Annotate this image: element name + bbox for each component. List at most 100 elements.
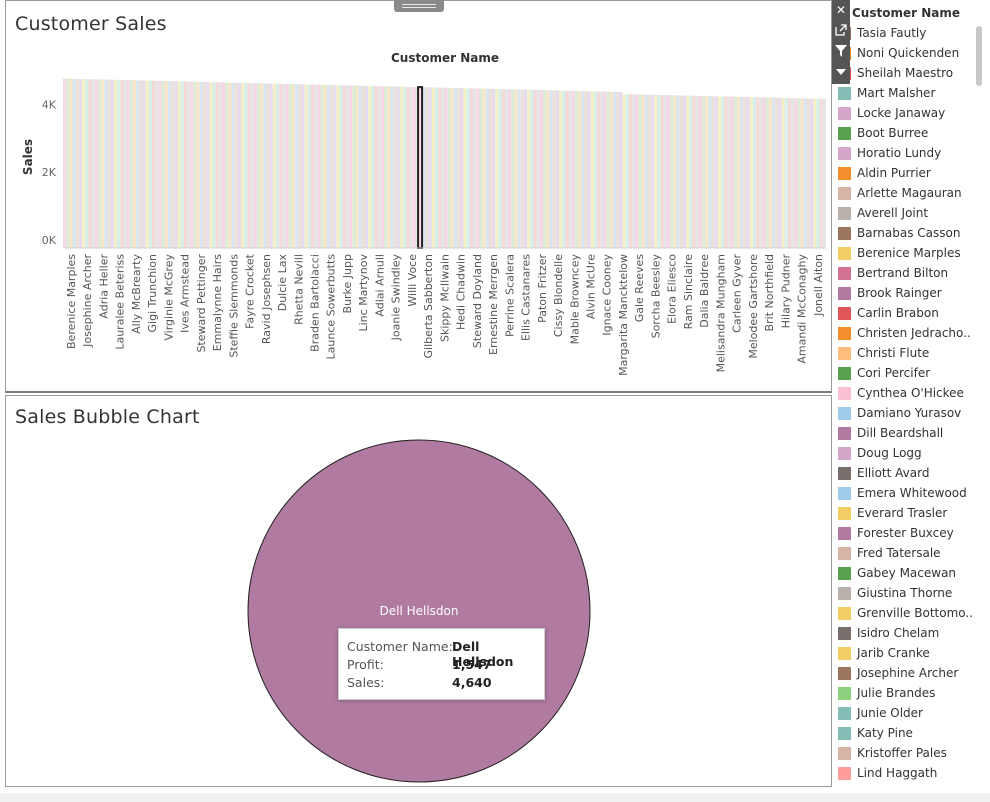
legend-item[interactable]: Horatio Lundy [837, 144, 972, 164]
legend-swatch [838, 127, 851, 140]
sales-bar [552, 90, 556, 248]
sales-bar [447, 87, 451, 248]
legend-item[interactable]: Damiano Yurasov [837, 404, 972, 424]
tooltip-label-profit: Profit: [347, 657, 384, 672]
legend-item[interactable]: Jarib Cranke [837, 644, 972, 664]
legend-item[interactable]: Lind Haggath [837, 764, 972, 784]
legend-item[interactable]: Aldin Purrier [837, 164, 972, 184]
legend-item[interactable]: Berenice Marples [837, 244, 972, 264]
sales-bar [365, 85, 369, 248]
sales-bar [549, 90, 553, 249]
legend-item[interactable]: Averell Joint [837, 204, 972, 224]
legend-item[interactable]: Bertrand Bilton [837, 264, 972, 284]
sales-bar [399, 86, 404, 248]
legend-item[interactable]: Katy Pine [837, 724, 972, 744]
sales-bar [619, 91, 623, 249]
legend-swatch [838, 187, 851, 200]
legend-item[interactable]: Cynthea O'Hickee [837, 384, 972, 404]
sales-bar [218, 82, 222, 248]
legend-item[interactable]: Sheilah Maestro [837, 64, 972, 84]
legend-item[interactable]: Grenville Bottomo.. [837, 604, 972, 624]
sales-bar [326, 84, 331, 248]
sales-bar [527, 89, 531, 248]
legend-item[interactable]: Boot Burree [837, 124, 972, 144]
legend-item[interactable]: Carlin Brabon [837, 304, 972, 324]
legend-item[interactable]: Doug Logg [837, 444, 972, 464]
sales-bar [196, 81, 200, 249]
pop-out-icon[interactable] [832, 20, 850, 40]
legend-label: Doug Logg [857, 446, 922, 460]
legend-item[interactable]: Christen Jedracho.. [837, 324, 972, 344]
legend-item[interactable]: Christi Flute [837, 344, 972, 364]
legend-item[interactable]: Brook Rainger [837, 284, 972, 304]
legend-item[interactable]: Emera Whitewood [837, 484, 972, 504]
sales-bar [161, 80, 165, 249]
close-icon[interactable]: ✕ [832, 0, 850, 20]
legend-label: Dill Beardshall [857, 426, 944, 440]
sales-bar [450, 87, 455, 249]
legend-label: Christen Jedracho.. [857, 326, 971, 340]
sales-bar [454, 87, 458, 248]
sales-bar [291, 84, 296, 248]
legend-item[interactable]: Julie Brandes [837, 684, 972, 704]
legend-item[interactable]: Kristoffer Pales [837, 744, 972, 764]
legend-item[interactable]: Junie Older [837, 704, 972, 724]
x-tick-label: Ally McBrearty [130, 254, 143, 334]
legend-item[interactable]: Tasia Fautly [837, 24, 972, 44]
legend-swatch [838, 327, 851, 340]
sales-bar [174, 81, 178, 249]
legend-item[interactable]: Josephine Archer [837, 664, 972, 684]
legend-item[interactable]: Elliott Avard [837, 464, 972, 484]
legend-swatch [838, 167, 851, 180]
x-tick-label: Brit Northfield [763, 254, 776, 331]
sales-bar [247, 83, 251, 248]
sales-bar [800, 98, 804, 248]
x-tick-label: Ignace Cooney [601, 254, 614, 336]
menu-dropdown-icon[interactable] [832, 62, 850, 82]
sales-bar [670, 95, 674, 249]
sales-bar [508, 89, 512, 248]
sales-bar [651, 94, 655, 248]
legend-item[interactable]: Locke Janaway [837, 104, 972, 124]
sales-bar [431, 87, 435, 248]
legend-item[interactable]: Dill Beardshall [837, 424, 972, 444]
sales-bar [234, 82, 238, 248]
filter-icon[interactable] [832, 41, 850, 61]
sales-bar [282, 83, 286, 248]
x-tick-label: Paton Fritzer [536, 254, 549, 323]
sales-bar [396, 86, 400, 248]
legend-item[interactable]: Arlette Magauran [837, 184, 972, 204]
sales-bar [320, 84, 324, 248]
legend-swatch [838, 567, 851, 580]
sales-bar [768, 97, 772, 248]
sales-bar [285, 83, 289, 248]
sales-bar [647, 94, 652, 249]
legend-item[interactable]: Cori Percifer [837, 364, 972, 384]
legend-item[interactable]: Mart Malsher [837, 84, 972, 104]
legend-item[interactable]: Isidro Chelam [837, 624, 972, 644]
x-tick-label: Lauralee Beteriss [114, 254, 127, 350]
legend-swatch [838, 427, 851, 440]
x-tick-label: Joanie Swindley [390, 254, 403, 342]
legend-item[interactable]: Giustina Thorne [837, 584, 972, 604]
sales-bar [231, 82, 235, 248]
sales-bar [361, 85, 366, 248]
legend-item[interactable]: Barnabas Casson [837, 224, 972, 244]
legend-item[interactable]: Everard Trasler [837, 504, 972, 524]
sales-bar [581, 91, 585, 248]
x-tick-label: Dulcie Lax [276, 254, 289, 312]
sales-bar [568, 90, 572, 248]
sales-bar [425, 87, 429, 248]
legend-item[interactable]: Noni Quickenden [837, 44, 972, 64]
sales-bar [123, 80, 127, 248]
x-tick-label: Margarita Mancktelow [617, 254, 630, 376]
legend-label: Grenville Bottomo.. [857, 606, 972, 620]
legend-item[interactable]: Fred Tatersale [837, 544, 972, 564]
legend-item[interactable]: Gabey Macewan [837, 564, 972, 584]
legend-label: Noni Quickenden [857, 46, 960, 60]
bubble-label: Dell Hellsdon [380, 604, 459, 618]
sales-bar [104, 79, 108, 248]
sales-bar [113, 79, 118, 248]
legend-item[interactable]: Forester Buxcey [837, 524, 972, 544]
legend-scrollbar[interactable] [976, 26, 982, 86]
